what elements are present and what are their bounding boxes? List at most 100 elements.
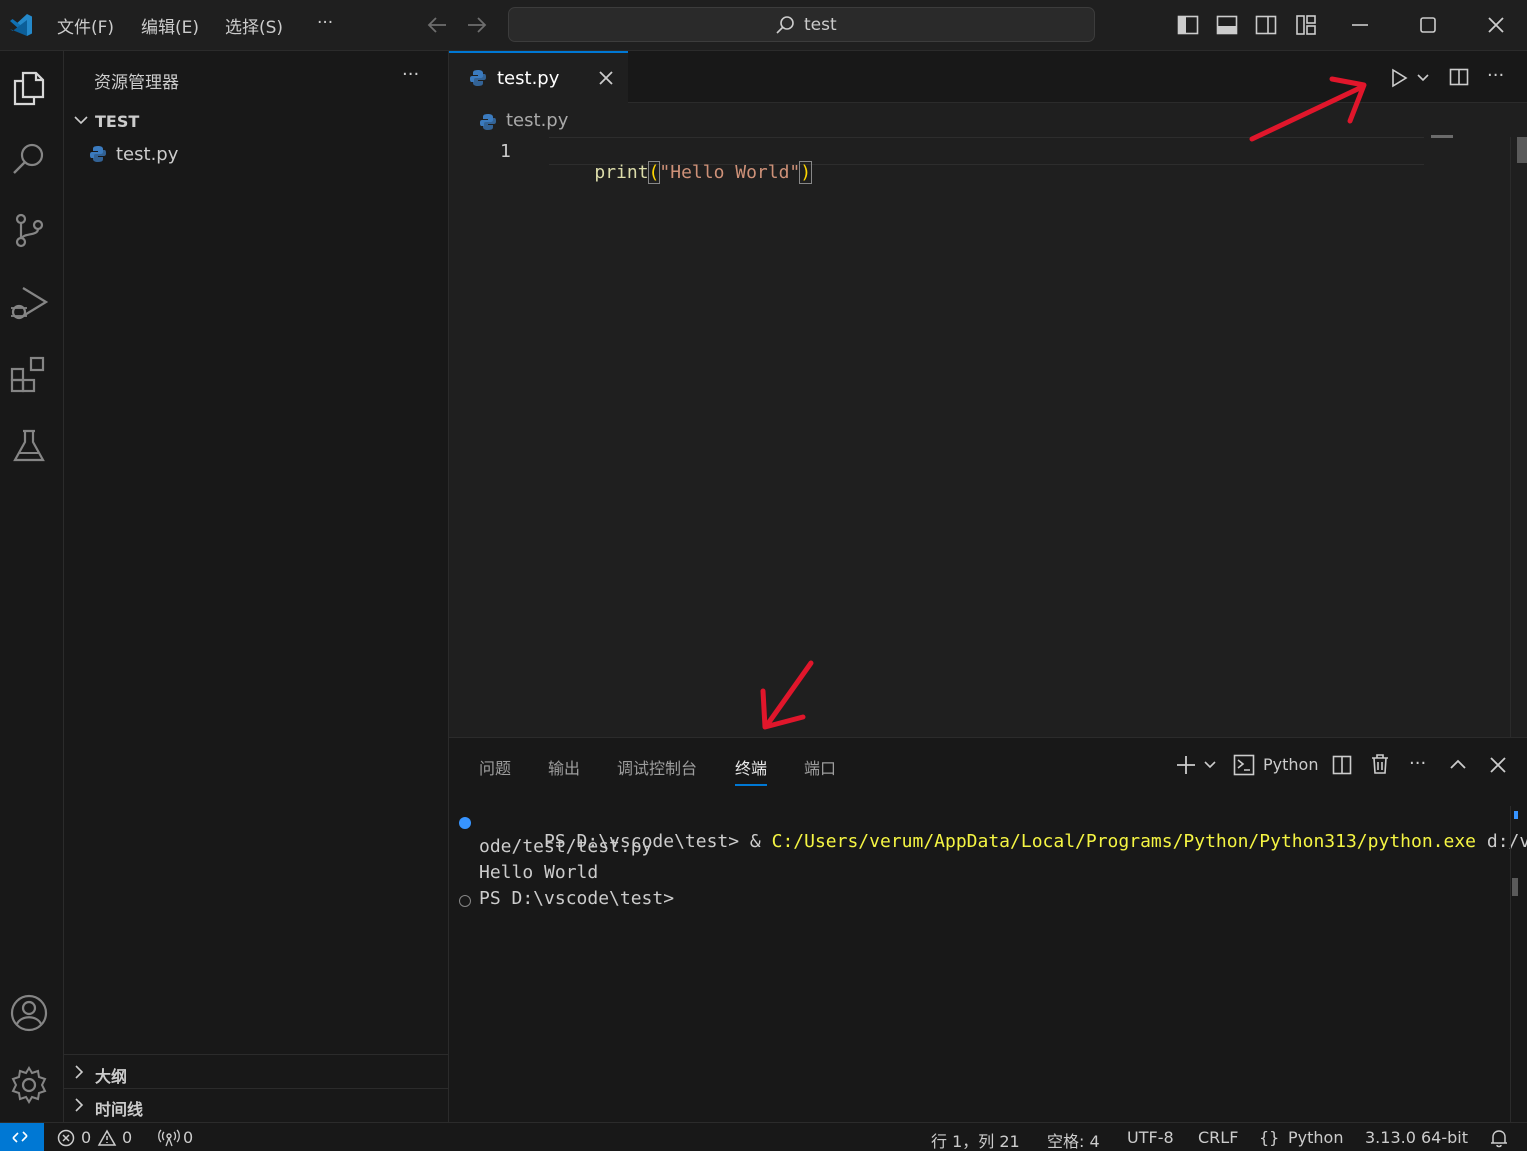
python-file-icon bbox=[469, 69, 487, 87]
status-bar: 0 0 0 行 1，列 21 空格: 4 UTF-8 CRLF {} Pytho… bbox=[0, 1122, 1527, 1151]
tab-test-py[interactable]: test.py bbox=[449, 51, 628, 103]
bottom-panel: 问题 输出 调试控制台 终端 端口 Python ··· PS D:\vscod… bbox=[449, 737, 1527, 1122]
notifications-bell-icon[interactable] bbox=[1489, 1128, 1509, 1148]
cursor-position[interactable]: 行 1，列 21 bbox=[931, 1128, 1020, 1151]
timeline-label: 时间线 bbox=[95, 1100, 144, 1119]
toggle-secondary-sidebar-icon[interactable] bbox=[1255, 14, 1277, 36]
command-pending-dot[interactable] bbox=[459, 895, 471, 907]
maximize-window-icon[interactable] bbox=[1418, 15, 1438, 35]
vscode-logo-icon bbox=[8, 12, 34, 38]
tab-ports[interactable]: 端口 bbox=[804, 755, 836, 779]
python-interpreter[interactable]: 3.13.0 64-bit bbox=[1365, 1128, 1468, 1147]
close-panel-icon[interactable] bbox=[1489, 756, 1507, 774]
testing-flask-icon[interactable] bbox=[10, 427, 48, 465]
remote-indicator[interactable] bbox=[0, 1123, 44, 1151]
ports-broadcast-icon bbox=[158, 1129, 180, 1147]
file-name: test.py bbox=[116, 144, 179, 165]
language-mode[interactable]: Python bbox=[1288, 1128, 1343, 1147]
tab-problems[interactable]: 问题 bbox=[479, 755, 511, 779]
folder-name: TEST bbox=[95, 112, 140, 131]
terminal-shell-label[interactable]: Python bbox=[1263, 755, 1318, 774]
python-file-icon bbox=[479, 113, 497, 131]
indentation[interactable]: 空格: 4 bbox=[1047, 1128, 1100, 1151]
outline-section[interactable]: 大纲 bbox=[64, 1057, 448, 1086]
back-arrow-icon[interactable] bbox=[426, 15, 448, 35]
maximize-panel-chevron-up-icon[interactable] bbox=[1449, 757, 1467, 771]
editor-area: test.py ··· test.py 1 print("Hello World… bbox=[449, 51, 1527, 737]
annotation-arrow-run bbox=[1249, 76, 1367, 142]
settings-gear-icon[interactable] bbox=[9, 1065, 49, 1105]
editor-scrollbar[interactable] bbox=[1510, 137, 1527, 737]
warning-count[interactable]: 0 bbox=[122, 1128, 132, 1147]
account-icon[interactable] bbox=[9, 993, 49, 1033]
ports-count[interactable]: 0 bbox=[183, 1128, 193, 1147]
end-of-line[interactable]: CRLF bbox=[1198, 1128, 1238, 1147]
editor-scrollbar-thumb[interactable] bbox=[1517, 137, 1527, 163]
terminal-output[interactable]: PS D:\vscode\test> & C:/Users/verum/AppD… bbox=[449, 806, 1527, 1106]
minimize-window-icon[interactable] bbox=[1350, 14, 1370, 36]
terminal-line-4: PS D:\vscode\test> bbox=[479, 888, 675, 909]
kill-terminal-trash-icon[interactable] bbox=[1370, 753, 1390, 775]
run-dropdown-chevron-icon[interactable] bbox=[1416, 73, 1430, 83]
timeline-section[interactable]: 时间线 bbox=[64, 1091, 448, 1119]
editor-more-actions-button[interactable]: ··· bbox=[1487, 65, 1504, 86]
tab-output[interactable]: 输出 bbox=[548, 755, 580, 779]
terminal-shell-icon[interactable] bbox=[1233, 754, 1255, 776]
terminal-line-3: Hello World bbox=[479, 862, 599, 883]
menu-selection[interactable]: 选择(S) bbox=[225, 13, 283, 38]
toggle-panel-icon[interactable] bbox=[1216, 14, 1238, 36]
code-string: "Hello World" bbox=[659, 162, 801, 183]
terminal-scrollbar-thumb[interactable] bbox=[1512, 878, 1518, 896]
menu-more[interactable]: ··· bbox=[317, 13, 333, 33]
title-bar: 文件(F) 编辑(E) 选择(S) ··· test bbox=[0, 0, 1527, 51]
tab-label: test.py bbox=[497, 68, 560, 89]
explorer-sidebar: 资源管理器 ··· TEST test.py 大纲 时间线 bbox=[64, 51, 449, 1122]
code-close-paren: ) bbox=[799, 161, 813, 184]
remote-icon bbox=[11, 1129, 29, 1145]
run-python-file-icon[interactable] bbox=[1389, 68, 1409, 88]
code-line[interactable]: print("Hello World") bbox=[551, 141, 813, 204]
run-and-debug-icon[interactable] bbox=[8, 282, 48, 322]
split-editor-icon[interactable] bbox=[1449, 67, 1469, 87]
language-braces-icon: {} bbox=[1259, 1128, 1280, 1147]
close-window-icon[interactable] bbox=[1486, 15, 1506, 35]
sidebar-more-actions-button[interactable]: ··· bbox=[402, 64, 419, 85]
customize-layout-icon[interactable] bbox=[1295, 14, 1317, 36]
terminal-scroll-marker bbox=[1514, 811, 1518, 819]
folder-row-test[interactable]: TEST bbox=[64, 109, 448, 133]
new-terminal-plus-icon[interactable] bbox=[1175, 754, 1197, 776]
encoding[interactable]: UTF-8 bbox=[1127, 1128, 1174, 1147]
command-center-search[interactable]: test bbox=[508, 7, 1095, 42]
toggle-primary-sidebar-icon[interactable] bbox=[1177, 14, 1199, 36]
terminal-scrollbar[interactable] bbox=[1510, 806, 1527, 1122]
explorer-icon[interactable] bbox=[10, 69, 48, 107]
divider bbox=[64, 1054, 448, 1055]
terminal-python-path: C:/Users/verum/AppData/Local/Programs/Py… bbox=[771, 831, 1477, 852]
line-number: 1 bbox=[500, 141, 511, 162]
divider bbox=[64, 1088, 448, 1089]
close-tab-icon[interactable] bbox=[598, 70, 614, 86]
error-count[interactable]: 0 bbox=[81, 1128, 91, 1147]
terminal-line-2: ode/test/test.py bbox=[479, 836, 653, 857]
tab-debug-console[interactable]: 调试控制台 bbox=[617, 755, 697, 779]
menu-edit[interactable]: 编辑(E) bbox=[141, 13, 199, 38]
code-open-paren: ( bbox=[647, 161, 661, 184]
forward-arrow-icon[interactable] bbox=[466, 15, 488, 35]
tab-terminal[interactable]: 终端 bbox=[735, 755, 768, 786]
menu-file[interactable]: 文件(F) bbox=[57, 13, 114, 38]
source-control-icon[interactable] bbox=[10, 211, 48, 249]
file-row-test-py[interactable]: test.py bbox=[64, 141, 448, 167]
minimap[interactable] bbox=[1431, 135, 1453, 138]
command-success-dot[interactable] bbox=[459, 817, 471, 829]
annotation-arrow-terminal bbox=[760, 660, 814, 730]
outline-label: 大纲 bbox=[95, 1067, 128, 1086]
chevron-right-icon bbox=[73, 1097, 85, 1113]
terminal-dropdown-chevron-icon[interactable] bbox=[1203, 760, 1217, 770]
panel-more-actions-button[interactable]: ··· bbox=[1409, 753, 1426, 774]
search-sidebar-icon[interactable] bbox=[10, 140, 48, 178]
split-terminal-icon[interactable] bbox=[1332, 754, 1352, 776]
python-file-icon bbox=[89, 145, 107, 163]
extensions-icon[interactable] bbox=[10, 355, 48, 393]
chevron-right-icon bbox=[73, 1064, 85, 1080]
code-function: print bbox=[594, 162, 649, 183]
